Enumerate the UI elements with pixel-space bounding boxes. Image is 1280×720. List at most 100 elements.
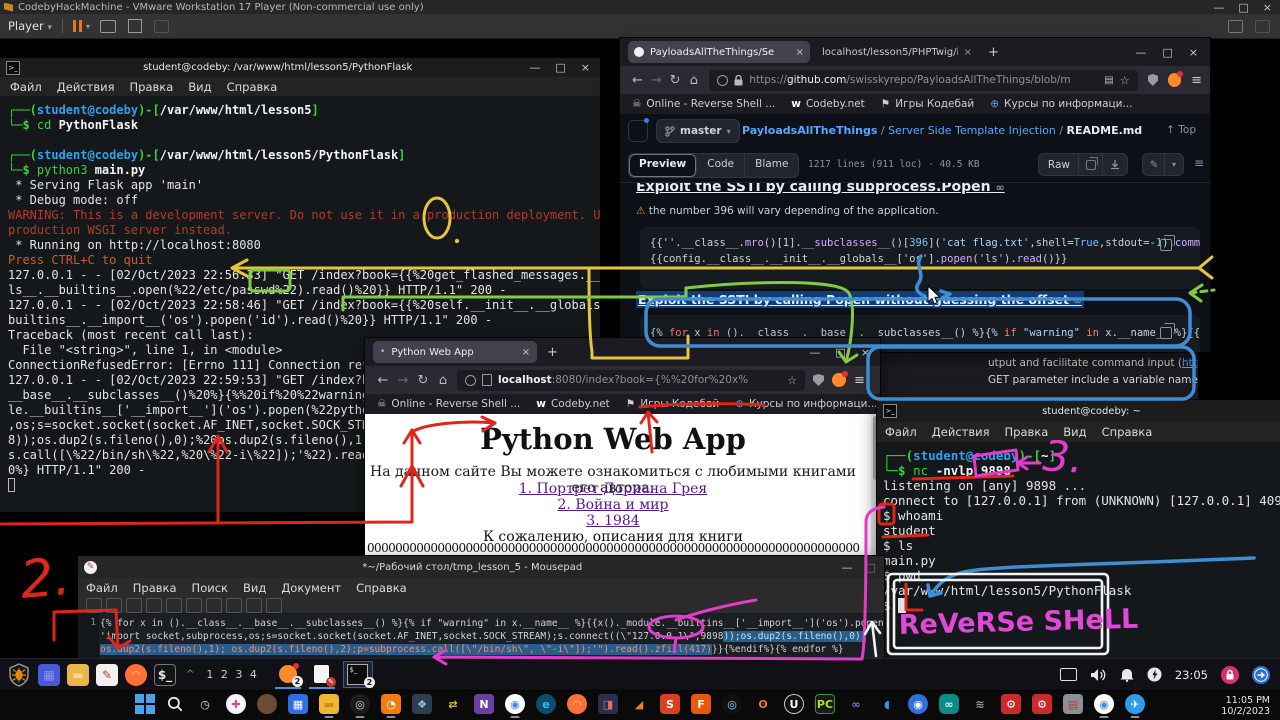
taskbar-clock[interactable]: 11:05 PM 10/2/2023 [1221,695,1270,717]
tab-blame[interactable]: Blame [744,154,798,177]
terminal-titlebar[interactable]: >_ student@codeby: ~ [877,400,1280,422]
sublime-icon[interactable]: S [660,694,680,714]
taskbar-terminal-button[interactable]: $_ 2 [343,661,373,688]
tracking-protection-icon[interactable] [465,375,476,386]
mi-item[interactable]: Файл [885,425,917,439]
bookmark-reverse-shell[interactable]: ☠Online - Reverse Shell ... [377,398,520,410]
cut-icon[interactable] [206,598,222,613]
send-cad-icon[interactable] [100,20,116,33]
back-to-top-link[interactable]: ↑ Top [1166,124,1196,136]
close-button[interactable]: × [581,61,590,74]
red-gear-icon-2[interactable]: ⚙ [1032,694,1052,714]
firefox-icon[interactable]: ◠ [125,664,147,686]
bookmark-games[interactable]: ⚑Игры Кодебай [626,398,719,410]
devices-panel-icon[interactable] [1228,20,1243,33]
genie-app-icon[interactable] [257,694,277,714]
forward-button[interactable]: → [647,73,666,88]
vmware-icon[interactable]: ❖ [412,694,432,714]
minimize-button[interactable]: — [842,561,853,574]
close-button[interactable]: × [861,346,870,359]
minimize-button[interactable]: — [1213,1,1224,14]
branch-selector[interactable]: master▾ [656,119,740,143]
file-explorer-icon[interactable]: ▬ [319,694,339,714]
mi-item[interactable]: Справка [356,581,407,595]
paint-app-icon[interactable]: ✚ [226,694,246,714]
mi-item[interactable]: Действия [932,425,990,439]
firefox-account-icon[interactable] [832,373,846,387]
firefox-account-icon[interactable] [1168,73,1181,87]
home-button[interactable]: ⌂ [433,373,453,388]
breadcrumb-repo[interactable]: PayloadsAllTheThings [742,124,877,137]
tab-localhost-phptwig[interactable]: localhost/lesson5/PHPTwig/i × [816,41,978,63]
copy-code-icon[interactable] [1160,239,1172,251]
tab-code[interactable]: Code [697,154,744,177]
edge-icon[interactable]: e [536,694,556,714]
expand-panel-icon[interactable] [1255,20,1270,33]
edit-more-button[interactable]: ▾ [1164,153,1184,176]
undo-icon[interactable] [166,598,182,613]
file-tree-icon[interactable] [628,120,648,142]
reader-mode-icon[interactable]: ▤ [1104,75,1113,86]
code-block-subprocess[interactable]: {{''.__class__.mro()[1].__subclasses__()… [640,227,1200,289]
mi-item[interactable]: Вид [188,80,211,94]
player-menu[interactable]: Player ▾ [8,19,52,33]
mi-item[interactable]: Правка [130,80,174,94]
tab-preview[interactable]: Preview [629,154,697,177]
blender-icon[interactable]: ʘ [753,694,773,714]
davinci-app-icon[interactable]: ◨ [598,694,618,714]
taskbar-mousepad-button[interactable]: ✎ [309,661,335,689]
logout-icon[interactable] [1252,666,1270,684]
minimize-button[interactable]: — [529,61,540,74]
home-button[interactable]: ⌂ [684,73,703,88]
mousepad-icon[interactable]: ✎ [96,664,118,686]
workspace-preview-icon[interactable] [1060,668,1077,681]
new-file-icon[interactable] [86,598,102,613]
wings-app-icon[interactable]: ≋ [970,694,990,714]
redo-icon[interactable] [186,598,202,613]
book-link-3[interactable]: 3. 1984 [365,513,861,529]
tab-python-web-app[interactable]: • Python Web App × [373,341,537,363]
mi-item[interactable]: Вид [243,581,266,595]
forward-button[interactable]: → [393,373,413,388]
maps-app-icon[interactable]: ◉ [908,694,928,714]
maximize-button[interactable]: □ [1162,46,1172,59]
bookmark-codeby[interactable]: wCodeby.net [791,98,865,110]
copy-code-icon[interactable] [1160,327,1172,339]
bookmark-courses[interactable]: ⊕Курсы по информаци... [990,98,1132,110]
section-heading[interactable]: Exploit the SSTI by calling subprocess.P… [636,183,1005,195]
maximize-button[interactable]: □ [866,561,876,574]
volume-icon[interactable] [1090,668,1107,682]
bookmark-courses[interactable]: ⊕Курсы по информаци... [735,398,877,410]
reload-button[interactable]: ↻ [666,73,685,88]
bookmark-games[interactable]: ⚑Игры Кодебай [881,98,974,110]
extension-shield-icon[interactable] [1148,74,1158,86]
tab-payloadsallthethings[interactable]: PayloadsAllTheThings/Se × [628,41,810,63]
bookmark-reverse-shell[interactable]: ☠Online - Reverse Shell ... [632,98,775,110]
new-tab-button[interactable]: + [988,45,999,60]
lens-app-icon[interactable]: ◎ [722,694,742,714]
carrot-app-icon[interactable]: ◢ [629,694,649,714]
visual-studio-icon[interactable]: ∞ [846,694,866,714]
bookmark-star-icon[interactable]: ☆ [1120,74,1130,87]
tracking-protection-icon[interactable] [717,75,728,86]
taskbar-firefox-button[interactable]: 2 [275,661,301,689]
search-icon[interactable] [166,695,184,713]
timer-app-icon[interactable]: ◔ [381,694,401,714]
bookmark-codeby[interactable]: wCodeby.net [536,398,610,410]
maximize-button[interactable]: □ [555,61,565,74]
mi-item[interactable]: Файл [10,80,42,94]
url-bar[interactable]: https://github.com/swisskyrepo/PayloadsA… [709,70,1137,91]
notifications-bell-icon[interactable] [1120,668,1134,682]
back-button[interactable]: ← [628,73,647,88]
chrome-profile-icon[interactable]: ◉ [1094,694,1114,714]
snapshot-icon[interactable] [154,20,169,33]
chrome-icon[interactable]: ◉ [505,694,525,714]
camtasia-icon[interactable]: ∞ [939,694,959,714]
maximize-button[interactable]: □ [1238,1,1248,14]
desktop-app-icon[interactable]: ▦ [38,664,60,686]
page-info-icon[interactable] [482,374,492,386]
mi-item[interactable]: Справка [227,80,278,94]
chevron-up-icon[interactable]: ^ [186,669,194,680]
mi-item[interactable]: Поиск [192,581,228,595]
file-manager-icon[interactable]: ▬ [67,664,89,686]
